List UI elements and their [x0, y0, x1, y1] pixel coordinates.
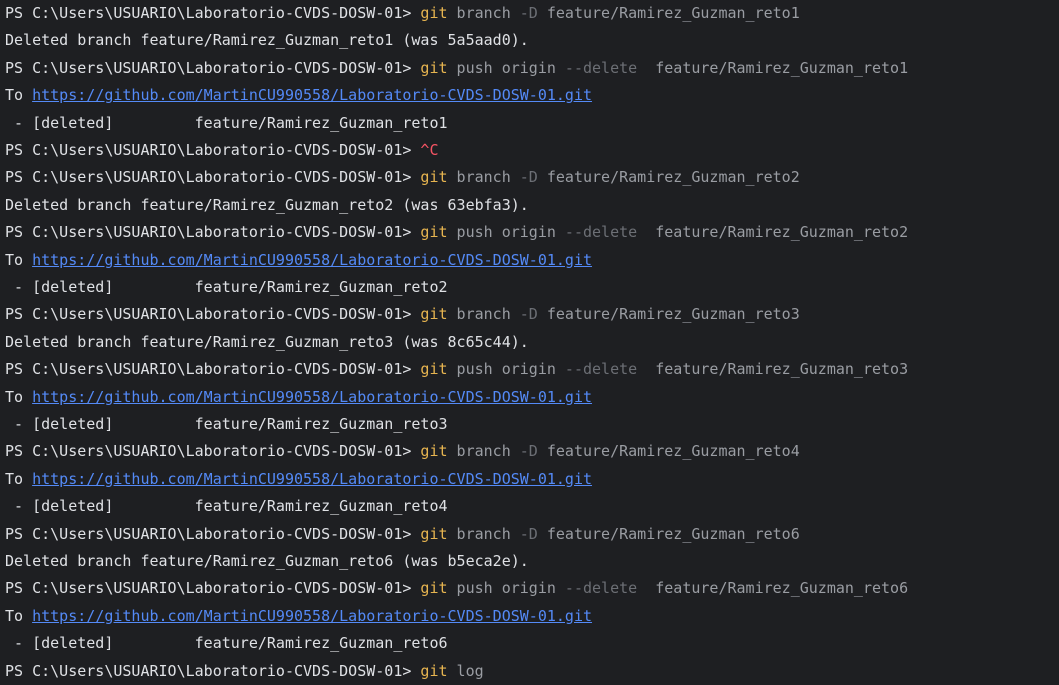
output-text: To — [5, 387, 33, 406]
prompt-text: PS C:\Users\USUARIO\Laboratorio-CVDS-DOS… — [5, 141, 421, 159]
command-flag: --delete — [564, 223, 638, 242]
terminal-line: Deleted branch feature/Ramirez_Guzman_re… — [5, 548, 529, 575]
terminal-line: PS C:\Users\USUARIO\Laboratorio-CVDS-DOS… — [5, 356, 908, 383]
prompt-text: PS C:\Users\USUARIO\Laboratorio-CVDS-DOS… — [5, 579, 421, 598]
terminal-line: PS C:\Users\USUARIO\Laboratorio-CVDS-DOS… — [5, 55, 908, 82]
command-argument: feature/Ramirez_Guzman_reto4 — [537, 442, 800, 461]
command-argument: feature/Ramirez_Guzman_reto3 — [537, 305, 800, 324]
terminal-line: PS C:\Users\USUARIO\Laboratorio-CVDS-DOS… — [5, 164, 800, 191]
command-argument: feature/Ramirez_Guzman_reto1 — [637, 58, 909, 77]
repository-link[interactable]: https://github.com/MartinCU990558/Labora… — [32, 86, 592, 104]
output-text: - [deleted] feature/Ramirez_Guzman_reto1 — [5, 113, 448, 132]
terminal-line: To https://github.com/MartinCU990558/Lab… — [5, 384, 592, 411]
terminal-line: Deleted branch feature/Ramirez_Guzman_re… — [5, 27, 529, 54]
command-name: git — [420, 524, 448, 543]
command-argument: feature/Ramirez_Guzman_reto3 — [637, 360, 909, 379]
prompt-text: PS C:\Users\USUARIO\Laboratorio-CVDS-DOS… — [5, 524, 421, 543]
command-flag: --delete — [564, 360, 638, 379]
command-name: git — [420, 168, 448, 187]
command-name: git — [420, 579, 448, 598]
terminal-line: PS C:\Users\USUARIO\Laboratorio-CVDS-DOS… — [5, 0, 800, 27]
terminal-line: - [deleted] feature/Ramirez_Guzman_reto6 — [5, 630, 448, 657]
terminal-line: PS C:\Users\USUARIO\Laboratorio-CVDS-DOS… — [5, 137, 438, 164]
terminal-line: Deleted branch feature/Ramirez_Guzman_re… — [5, 192, 529, 219]
output-text: - [deleted] feature/Ramirez_Guzman_reto3 — [5, 415, 448, 433]
command-argument: push origin — [447, 360, 565, 379]
command-name: git — [420, 223, 448, 242]
output-text: - [deleted] feature/Ramirez_Guzman_reto6 — [5, 634, 448, 653]
command-flag: --delete — [564, 58, 638, 77]
command-argument: feature/Ramirez_Guzman_reto2 — [637, 223, 909, 242]
interrupt-signal: ^C — [420, 141, 439, 159]
repository-link[interactable]: https://github.com/MartinCU990558/Labora… — [32, 607, 592, 625]
output-text: Deleted branch feature/Ramirez_Guzman_re… — [5, 552, 529, 570]
command-argument: log — [447, 661, 484, 680]
output-text: To — [5, 250, 33, 269]
command-argument: branch — [447, 524, 520, 543]
repository-link[interactable]: https://github.com/MartinCU990558/Labora… — [32, 251, 592, 269]
terminal-line: PS C:\Users\USUARIO\Laboratorio-CVDS-DOS… — [5, 521, 800, 548]
repository-link[interactable]: https://github.com/MartinCU990558/Labora… — [32, 470, 592, 488]
output-text: Deleted branch feature/Ramirez_Guzman_re… — [5, 31, 529, 50]
prompt-text: PS C:\Users\USUARIO\Laboratorio-CVDS-DOS… — [5, 442, 421, 461]
output-text: To — [5, 86, 33, 105]
output-text: Deleted branch feature/Ramirez_Guzman_re… — [5, 332, 529, 351]
output-text: - [deleted] feature/Ramirez_Guzman_reto2 — [5, 278, 448, 296]
terminal-line: - [deleted] feature/Ramirez_Guzman_reto4 — [5, 493, 448, 520]
output-text: Deleted branch feature/Ramirez_Guzman_re… — [5, 195, 529, 214]
command-flag: -D — [519, 524, 538, 543]
command-argument: branch — [447, 305, 520, 324]
repository-link[interactable]: https://github.com/MartinCU990558/Labora… — [32, 388, 592, 406]
command-flag: -D — [519, 168, 538, 187]
command-argument: feature/Ramirez_Guzman_reto1 — [537, 4, 800, 22]
terminal-line: - [deleted] feature/Ramirez_Guzman_reto1 — [5, 110, 448, 137]
terminal-line: PS C:\Users\USUARIO\Laboratorio-CVDS-DOS… — [5, 575, 908, 602]
prompt-text: PS C:\Users\USUARIO\Laboratorio-CVDS-DOS… — [5, 360, 421, 379]
terminal-line: PS C:\Users\USUARIO\Laboratorio-CVDS-DOS… — [5, 438, 800, 465]
prompt-text: PS C:\Users\USUARIO\Laboratorio-CVDS-DOS… — [5, 58, 421, 77]
command-flag: -D — [519, 4, 538, 22]
command-name: git — [420, 4, 448, 22]
command-flag: -D — [519, 305, 538, 324]
terminal-line: To https://github.com/MartinCU990558/Lab… — [5, 603, 592, 630]
terminal-line: - [deleted] feature/Ramirez_Guzman_reto3 — [5, 411, 448, 438]
command-name: git — [420, 360, 448, 379]
command-name: git — [420, 442, 448, 461]
terminal-line: Deleted branch feature/Ramirez_Guzman_re… — [5, 329, 529, 356]
terminal-line: - [deleted] feature/Ramirez_Guzman_reto2 — [5, 274, 448, 301]
prompt-text: PS C:\Users\USUARIO\Laboratorio-CVDS-DOS… — [5, 4, 421, 22]
terminal-line: PS C:\Users\USUARIO\Laboratorio-CVDS-DOS… — [5, 658, 484, 685]
command-argument: push origin — [447, 223, 565, 242]
terminal-line: PS C:\Users\USUARIO\Laboratorio-CVDS-DOS… — [5, 219, 908, 246]
command-flag: -D — [519, 442, 538, 461]
prompt-text: PS C:\Users\USUARIO\Laboratorio-CVDS-DOS… — [5, 223, 421, 242]
command-argument: push origin — [447, 579, 565, 598]
command-argument: branch — [447, 4, 520, 22]
output-text: - [deleted] feature/Ramirez_Guzman_reto4 — [5, 497, 448, 516]
prompt-text: PS C:\Users\USUARIO\Laboratorio-CVDS-DOS… — [5, 661, 421, 680]
command-argument: branch — [447, 442, 520, 461]
prompt-text: PS C:\Users\USUARIO\Laboratorio-CVDS-DOS… — [5, 168, 421, 187]
command-flag: --delete — [564, 579, 638, 598]
terminal-output[interactable]: PS C:\Users\USUARIO\Laboratorio-CVDS-DOS… — [0, 0, 1059, 685]
command-argument: feature/Ramirez_Guzman_reto6 — [637, 579, 909, 598]
command-argument: push origin — [447, 58, 565, 77]
terminal-line: To https://github.com/MartinCU990558/Lab… — [5, 247, 592, 274]
command-name: git — [420, 661, 448, 680]
terminal-line: PS C:\Users\USUARIO\Laboratorio-CVDS-DOS… — [5, 301, 800, 328]
terminal-line: To https://github.com/MartinCU990558/Lab… — [5, 466, 592, 493]
output-text: To — [5, 469, 33, 488]
output-text: To — [5, 606, 33, 625]
terminal-line: To https://github.com/MartinCU990558/Lab… — [5, 82, 592, 109]
command-argument: feature/Ramirez_Guzman_reto6 — [537, 524, 800, 543]
command-name: git — [420, 58, 448, 77]
command-name: git — [420, 305, 448, 324]
prompt-text: PS C:\Users\USUARIO\Laboratorio-CVDS-DOS… — [5, 305, 421, 324]
command-argument: branch — [447, 168, 520, 187]
command-argument: feature/Ramirez_Guzman_reto2 — [537, 168, 800, 187]
